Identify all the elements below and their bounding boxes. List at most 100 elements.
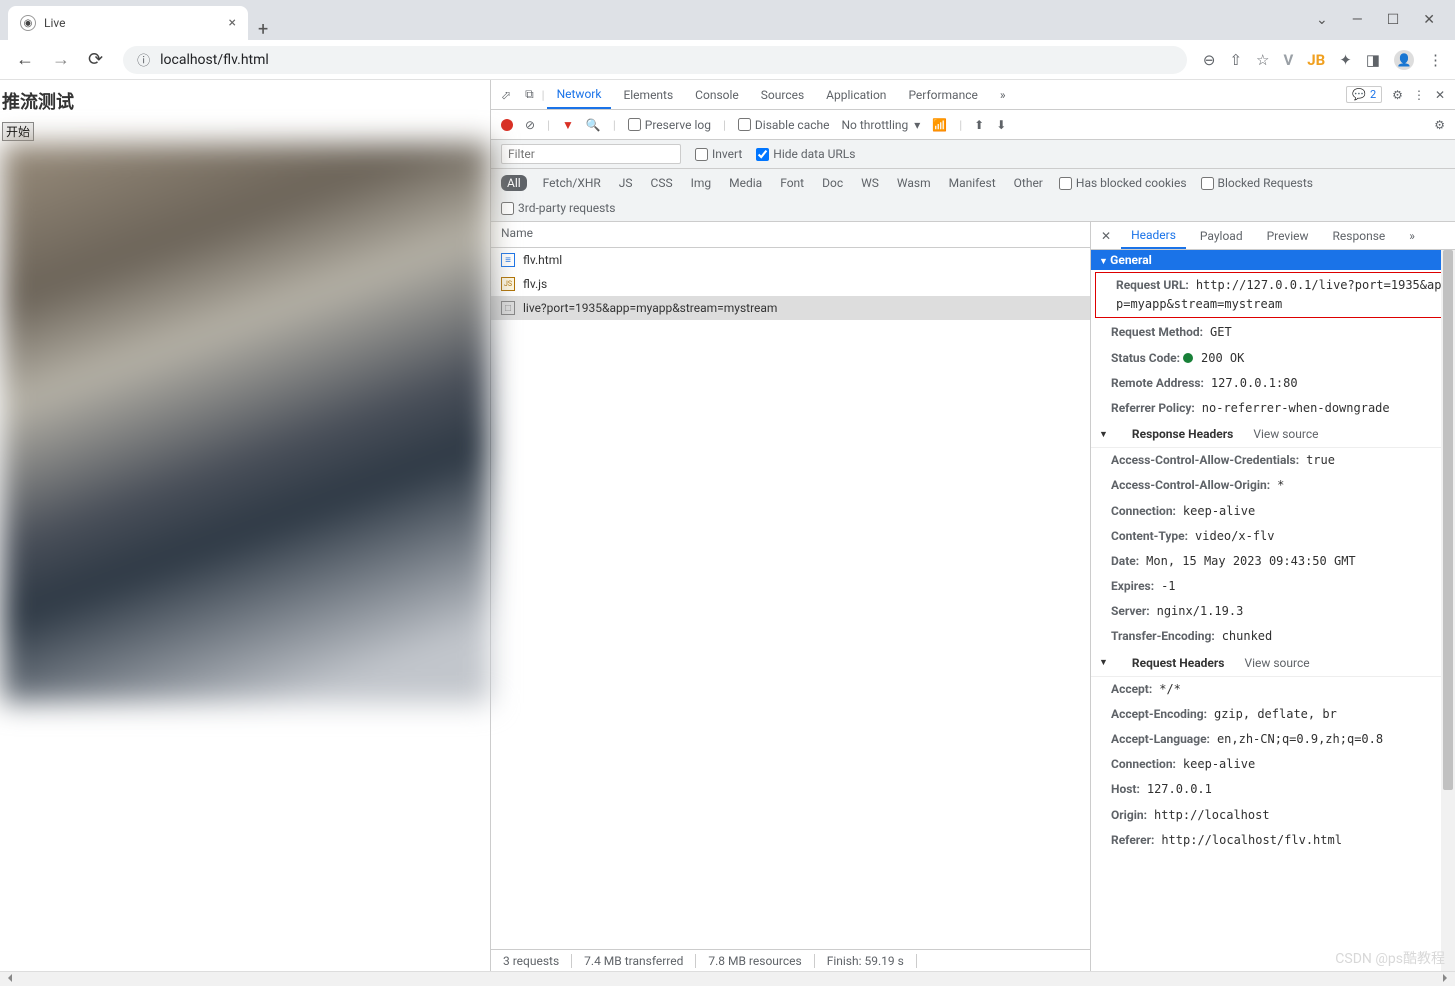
status-requests: 3 requests (491, 954, 572, 968)
filter-type-img[interactable]: Img (689, 175, 714, 191)
back-button[interactable]: ← (12, 45, 38, 74)
detail-tab-response[interactable]: Response (1323, 222, 1396, 249)
bookmark-icon[interactable]: ☆ (1256, 51, 1269, 69)
requests-panel: Name ≡flv.htmlJSflv.js□live?port=1935&ap… (491, 222, 1091, 971)
download-icon[interactable]: ⬇ (996, 118, 1006, 132)
section-request-headers[interactable]: Request HeadersView source (1091, 650, 1455, 677)
ext-v-icon[interactable]: V (1283, 51, 1293, 69)
new-tab-button[interactable]: + (248, 19, 278, 40)
detail-panel: ✕ HeadersPayloadPreviewResponse » Genera… (1091, 222, 1455, 971)
wifi-icon[interactable]: 📶 (932, 118, 947, 132)
chevron-down-icon[interactable]: ⌄ (1316, 12, 1328, 28)
search-icon[interactable]: 🔍 (586, 118, 601, 132)
zoom-icon[interactable]: ⊖ (1203, 51, 1216, 69)
issues-badge[interactable]: 💬2 (1346, 86, 1382, 103)
header-row: Origin: http://localhost (1091, 803, 1455, 828)
record-button[interactable] (501, 119, 513, 131)
preserve-log-checkbox[interactable]: Preserve log (628, 118, 711, 132)
page-title: 推流测试 (2, 88, 488, 114)
ext-jb-icon[interactable]: JB (1307, 51, 1325, 69)
filter-type-media[interactable]: Media (727, 175, 764, 191)
throttling-select[interactable]: No throttling ▾ (842, 118, 921, 132)
menu-icon[interactable]: ⋮ (1428, 51, 1443, 69)
minimize-button[interactable]: — (1352, 12, 1363, 28)
invert-checkbox[interactable]: Invert (695, 147, 742, 161)
header-row: Server: nginx/1.19.3 (1091, 599, 1455, 624)
network-settings-icon[interactable]: ⚙ (1434, 118, 1445, 132)
start-button[interactable]: 开始 (2, 122, 34, 141)
request-row[interactable]: JSflv.js (491, 272, 1090, 296)
request-row[interactable]: ≡flv.html (491, 248, 1090, 272)
browser-tab[interactable]: ◉ Live × (8, 6, 248, 40)
devtools-tab-console[interactable]: Console (685, 80, 749, 109)
address-bar[interactable]: ⓘ localhost/flv.html (123, 46, 1187, 74)
kebab-icon[interactable]: ⋮ (1413, 88, 1425, 102)
filter-type-manifest[interactable]: Manifest (947, 175, 998, 191)
device-toggle-icon[interactable]: ⧉ (519, 87, 540, 102)
close-tab-icon[interactable]: × (229, 15, 236, 31)
blocked-requests-checkbox[interactable]: Blocked Requests (1201, 175, 1313, 191)
close-detail-icon[interactable]: ✕ (1095, 229, 1117, 243)
settings-icon[interactable]: ⚙ (1392, 88, 1403, 102)
filter-type-other[interactable]: Other (1012, 175, 1045, 191)
request-row[interactable]: □live?port=1935&app=myapp&stream=mystrea… (491, 296, 1090, 320)
devtools-tab-performance[interactable]: Performance (898, 80, 987, 109)
detail-tab-payload[interactable]: Payload (1190, 222, 1253, 249)
filter-type-css[interactable]: CSS (649, 175, 675, 191)
header-row: Accept: */* (1091, 677, 1455, 702)
close-window-button[interactable]: ✕ (1423, 12, 1435, 28)
tab-title: Live (44, 16, 65, 30)
sidepanel-icon[interactable]: ◨ (1366, 51, 1380, 69)
header-row: Access-Control-Allow-Credentials: true (1091, 448, 1455, 473)
filter-type-font[interactable]: Font (778, 175, 806, 191)
doc-icon: ≡ (501, 253, 515, 267)
clear-icon[interactable]: ⊘ (525, 118, 535, 132)
close-devtools-icon[interactable]: ✕ (1435, 88, 1445, 102)
header-row: Accept-Language: en,zh-CN;q=0.9,zh;q=0.8 (1091, 727, 1455, 752)
detail-body[interactable]: GeneralRequest URL: http://127.0.0.1/liv… (1091, 250, 1455, 971)
extensions-icon[interactable]: ✦ (1339, 51, 1352, 69)
section-general[interactable]: General (1091, 250, 1455, 270)
filter-type-all[interactable]: All (501, 175, 527, 191)
detail-tab-preview[interactable]: Preview (1257, 222, 1319, 249)
filter-input[interactable] (501, 144, 681, 164)
scrollbar-horizontal[interactable] (0, 971, 1455, 986)
devtools-tab-sources[interactable]: Sources (751, 80, 814, 109)
devtools-tab-application[interactable]: Application (816, 80, 896, 109)
upload-icon[interactable]: ⬆ (974, 118, 984, 132)
filter-type-doc[interactable]: Doc (820, 175, 845, 191)
forward-button[interactable]: → (48, 45, 74, 74)
detail-more-tabs[interactable]: » (1399, 222, 1425, 249)
filter-icon[interactable]: ▼ (562, 118, 574, 132)
devtools-tab-elements[interactable]: Elements (613, 80, 683, 109)
profile-icon[interactable]: 👤 (1394, 50, 1414, 70)
share-icon[interactable]: ⇧ (1229, 51, 1242, 69)
header-row: Referer: http://localhost/flv.html (1091, 828, 1455, 853)
blocked-cookies-checkbox[interactable]: Has blocked cookies (1059, 175, 1187, 191)
network-status-bar: 3 requests 7.4 MB transferred 7.8 MB res… (491, 949, 1090, 971)
filter-type-fetch-xhr[interactable]: Fetch/XHR (541, 175, 603, 191)
header-row: Status Code: 200 OK (1091, 346, 1455, 371)
globe-icon: ◉ (20, 15, 36, 31)
header-row: Referrer Policy: no-referrer-when-downgr… (1091, 396, 1455, 421)
devtools-more-tabs[interactable]: » (990, 80, 1016, 109)
section-response-headers[interactable]: Response HeadersView source (1091, 421, 1455, 448)
disable-cache-checkbox[interactable]: Disable cache (738, 118, 830, 132)
video-player[interactable] (2, 143, 490, 703)
scrollbar-vertical[interactable] (1441, 250, 1455, 971)
filter-type-ws[interactable]: WS (859, 175, 881, 191)
filter-type-js[interactable]: JS (617, 175, 635, 191)
hide-data-urls-checkbox[interactable]: Hide data URLs (756, 147, 855, 161)
maximize-button[interactable]: ☐ (1387, 12, 1400, 28)
filter-type-wasm[interactable]: Wasm (895, 175, 933, 191)
third-party-checkbox[interactable]: 3rd-party requests (501, 201, 1445, 215)
header-row: Connection: keep-alive (1091, 752, 1455, 777)
site-info-icon[interactable]: ⓘ (137, 50, 150, 69)
detail-tab-headers[interactable]: Headers (1121, 222, 1186, 249)
devtools-tab-network[interactable]: Network (547, 80, 612, 109)
other-icon: □ (501, 301, 515, 315)
inspect-icon[interactable]: ⬀ (495, 88, 517, 102)
reload-button[interactable]: ⟳ (84, 45, 107, 74)
requests-header: Name (491, 222, 1090, 248)
status-finish: Finish: 59.19 s (815, 954, 917, 968)
